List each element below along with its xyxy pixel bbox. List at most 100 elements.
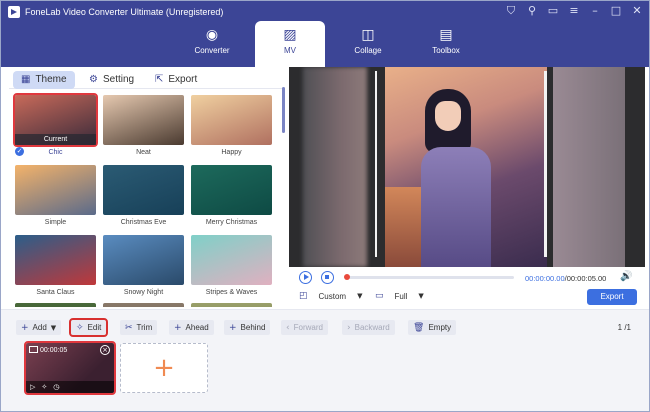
subtab-theme[interactable]: ▦ Theme bbox=[13, 71, 75, 89]
grid-icon: ▦ bbox=[21, 74, 31, 85]
page-indicator: 1 /1 bbox=[618, 323, 631, 332]
image-icon bbox=[29, 346, 38, 353]
total-time: 00:00:05.00 bbox=[566, 274, 607, 283]
app-window: FoneLab Video Converter Ultimate (Unregi… bbox=[0, 0, 650, 412]
theme-item-merry-christmas[interactable]: Merry Christmas bbox=[191, 165, 272, 229]
theme-grid: Current ✓ Chic Neat Happy Simple Christm… bbox=[13, 93, 277, 307]
clock-icon[interactable]: ◷ bbox=[53, 383, 59, 391]
cart-icon[interactable]: ⛉ bbox=[505, 5, 517, 17]
theme-thumbnail bbox=[15, 165, 96, 215]
page-current: 1 bbox=[617, 323, 623, 332]
play-icon[interactable]: ▷ bbox=[30, 383, 35, 391]
stop-icon[interactable] bbox=[321, 271, 334, 284]
aspect-ratio-select[interactable]: ◰ Custom ▼ bbox=[299, 291, 362, 301]
backward-button[interactable]: › Backward bbox=[342, 320, 395, 335]
theme-label: Snowy Night bbox=[123, 289, 164, 296]
theme-item-christmas-eve[interactable]: Christmas Eve bbox=[103, 165, 184, 229]
theme-thumbnail bbox=[103, 95, 184, 145]
chat-icon[interactable]: ▭ bbox=[547, 5, 559, 17]
size-value: Full bbox=[394, 291, 408, 301]
add-clip-button[interactable]: + bbox=[120, 343, 208, 393]
ahead-icon: + bbox=[174, 322, 182, 333]
edit-button[interactable]: ✧ Edit bbox=[68, 318, 109, 337]
tab-label: Converter bbox=[194, 46, 230, 55]
theme-thumbnail bbox=[15, 235, 96, 285]
preview-blur-left bbox=[303, 67, 367, 267]
volume-icon[interactable]: 🔊 bbox=[620, 271, 632, 282]
subtab-label: Setting bbox=[102, 74, 135, 85]
theme-item-simple[interactable]: Simple bbox=[15, 165, 96, 229]
theme-item-stripes-waves[interactable]: Stripes & Waves bbox=[191, 235, 272, 299]
tab-toolbox[interactable]: ▤ Toolbox bbox=[411, 21, 481, 67]
trim-button[interactable]: ✂ Trim bbox=[120, 320, 158, 335]
current-time: 00:00:00.00 bbox=[525, 274, 565, 283]
aspect-ratio-icon: ◰ bbox=[299, 291, 308, 301]
tab-collage[interactable]: ◫ Collage bbox=[333, 21, 403, 67]
player-controls: 00:00:00.00/00:00:05.00 🔊 ◰ Custom ▼ ▭ F… bbox=[289, 267, 645, 309]
toolbox-icon: ▤ bbox=[439, 27, 453, 43]
image-body bbox=[421, 147, 491, 267]
progress-handle[interactable] bbox=[344, 274, 350, 280]
maximize-icon[interactable]: □ bbox=[610, 5, 622, 17]
subtab-export[interactable]: ⇱ Export bbox=[155, 71, 197, 89]
forward-label: Forward bbox=[293, 323, 323, 332]
app-title: FoneLab Video Converter Ultimate (Unregi… bbox=[25, 7, 224, 17]
theme-label: Santa Claus bbox=[36, 289, 75, 296]
tab-converter[interactable]: ◉ Converter bbox=[177, 21, 247, 67]
video-preview bbox=[289, 67, 645, 267]
chevron-down-icon: ▼ bbox=[418, 292, 424, 300]
scissors-icon: ✂ bbox=[125, 322, 133, 333]
preview-image bbox=[385, 67, 547, 267]
close-icon[interactable]: ✕ bbox=[631, 5, 643, 17]
tab-mv[interactable]: ▨ MV bbox=[255, 21, 325, 67]
plus-icon: + bbox=[153, 353, 175, 383]
gear-icon: ⚙ bbox=[89, 74, 98, 85]
magic-wand-icon: ✧ bbox=[76, 322, 84, 333]
magic-wand-icon[interactable]: ✧ bbox=[41, 383, 47, 391]
empty-button[interactable]: 🗑 Empty bbox=[408, 320, 457, 335]
window-controls: ⛉ ⚲ ▭ ≡ – □ ✕ bbox=[505, 5, 643, 17]
ahead-button[interactable]: + Ahead bbox=[169, 320, 214, 335]
trash-icon: 🗑 bbox=[413, 322, 425, 333]
theme-label: Merry Christmas bbox=[205, 219, 258, 226]
theme-item-partial[interactable] bbox=[15, 303, 96, 307]
collage-icon: ◫ bbox=[361, 27, 375, 43]
tab-label: MV bbox=[284, 46, 296, 55]
theme-item-snowy-night[interactable]: Snowy Night bbox=[103, 235, 184, 299]
theme-label: Neat bbox=[136, 149, 151, 156]
theme-thumbnail bbox=[191, 303, 272, 307]
theme-thumbnail bbox=[191, 165, 272, 215]
forward-button[interactable]: ‹ Forward bbox=[281, 320, 328, 335]
theme-item-chic[interactable]: Current ✓ Chic bbox=[13, 93, 98, 159]
theme-thumbnail bbox=[103, 235, 184, 285]
theme-scrollbar[interactable] bbox=[282, 87, 285, 133]
timecode: 00:00:00.00/00:00:05.00 bbox=[525, 274, 607, 283]
main-nav: ◉ Converter ▨ MV ◫ Collage ▤ Toolbox bbox=[177, 21, 484, 67]
add-button[interactable]: + Add ▼ bbox=[16, 320, 62, 335]
size-select[interactable]: ▭ Full ▼ bbox=[375, 291, 424, 301]
theme-item-partial[interactable] bbox=[103, 303, 184, 307]
play-icon[interactable] bbox=[299, 271, 312, 284]
export-button[interactable]: Export bbox=[587, 289, 637, 305]
theme-item-happy[interactable]: Happy bbox=[191, 95, 272, 159]
remove-clip-icon[interactable]: × bbox=[100, 345, 110, 355]
menu-icon[interactable]: ≡ bbox=[568, 5, 580, 17]
monitor-icon: ▭ bbox=[375, 291, 384, 301]
clip-strip: 00:00:05 × ▷ ✧ ◷ + bbox=[1, 341, 649, 411]
theme-label: Christmas Eve bbox=[120, 219, 167, 226]
clip-thumbnail[interactable]: 00:00:05 × ▷ ✧ ◷ bbox=[24, 341, 116, 395]
theme-thumbnail bbox=[15, 303, 96, 307]
minimize-icon[interactable]: – bbox=[589, 5, 601, 17]
subtab-label: Theme bbox=[35, 74, 67, 85]
theme-item-partial[interactable] bbox=[191, 303, 272, 307]
theme-item-santa-claus[interactable]: Santa Claus bbox=[15, 235, 96, 299]
theme-item-neat[interactable]: Neat bbox=[103, 95, 184, 159]
behind-button[interactable]: + Behind bbox=[224, 320, 271, 335]
theme-thumbnail bbox=[103, 165, 184, 215]
subtab-setting[interactable]: ⚙ Setting bbox=[89, 71, 134, 89]
theme-label: Stripes & Waves bbox=[205, 289, 258, 296]
current-badge: Current bbox=[15, 134, 96, 145]
title-bar: FoneLab Video Converter Ultimate (Unregi… bbox=[1, 1, 649, 67]
progress-track[interactable] bbox=[344, 274, 514, 280]
key-icon[interactable]: ⚲ bbox=[526, 5, 538, 17]
